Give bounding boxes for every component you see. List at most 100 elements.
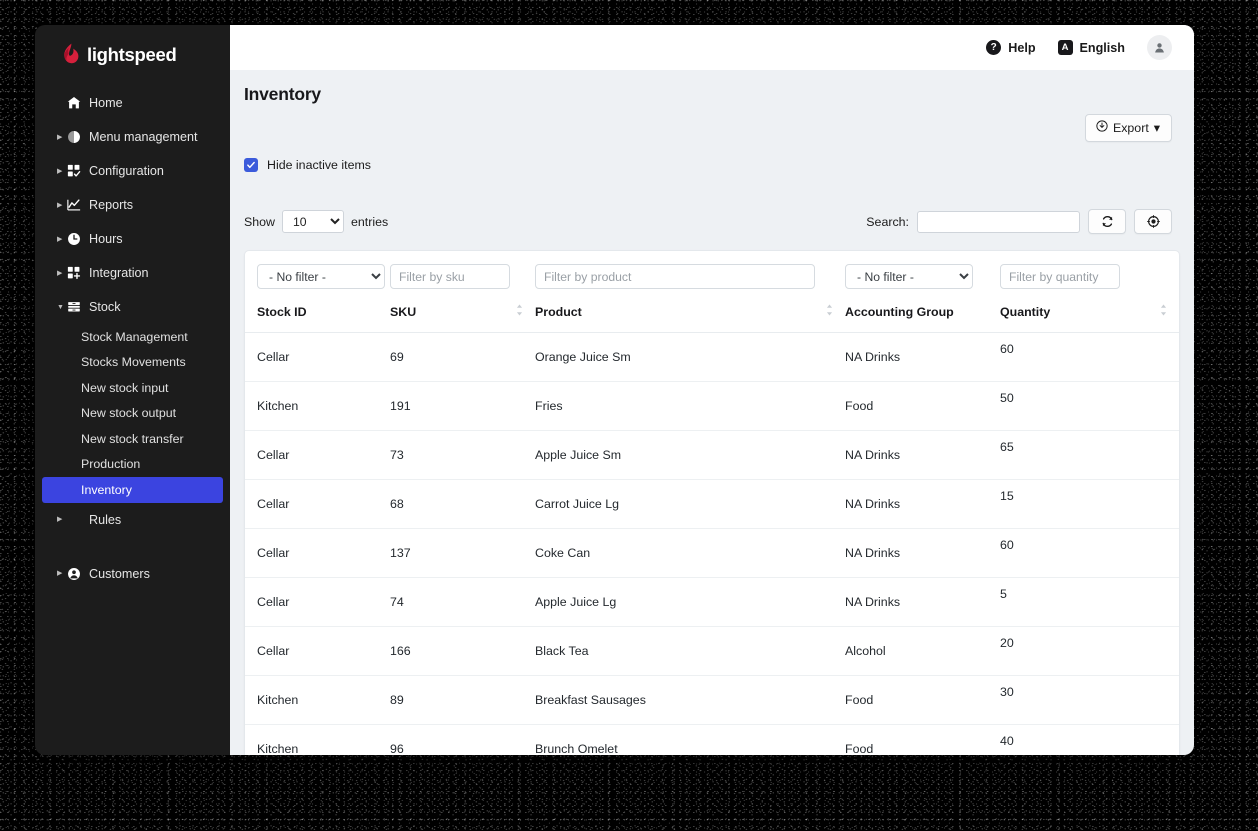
chart-line-icon	[67, 198, 89, 212]
hide-inactive-checkbox[interactable]	[244, 158, 258, 172]
table-row[interactable]: Cellar 74 Apple Juice Lg NA Drinks 5	[245, 578, 1179, 627]
entries-control: Show 10 25 50 100 entries	[244, 210, 388, 233]
chevron-right-icon: ▶	[57, 201, 63, 209]
cell-product: Fries	[535, 399, 563, 413]
table-row[interactable]: Kitchen 89 Breakfast Sausages Food 30	[245, 676, 1179, 725]
sidebar-subitem-new-stock-input[interactable]: New stock input	[35, 375, 230, 401]
main-area: ? Help A English Inventory Export ▾ Hide…	[230, 25, 1194, 755]
sidebar-subitem-production[interactable]: Production	[35, 452, 230, 478]
grid-check-icon	[67, 164, 89, 178]
column-header-accounting-group[interactable]: Accounting Group	[845, 299, 1000, 333]
sort-icon	[1160, 304, 1167, 319]
sidebar-item-rules[interactable]: ▶ Rules	[35, 503, 230, 537]
cell-accounting-group: Food	[845, 742, 874, 755]
cell-accounting-group: Alcohol	[845, 644, 886, 658]
entries-label: entries	[351, 214, 389, 229]
cell-stock-id: Kitchen	[257, 742, 299, 755]
column-label: Stock ID	[257, 305, 307, 319]
header-row: Stock ID SKU Product Accounting Group Qu…	[245, 299, 1179, 333]
sidebar-subitem-label: Production	[81, 457, 141, 472]
cell-quantity: 60	[1000, 342, 1014, 356]
filter-cell-accounting-group: - No filter - NA Drinks Food Alcohol	[845, 251, 1000, 299]
accounting-group-filter-select[interactable]: - No filter - NA Drinks Food Alcohol	[845, 264, 973, 289]
sidebar-item-label: Integration	[89, 266, 149, 280]
cell-quantity: 50	[1000, 391, 1014, 405]
sidebar-item-home[interactable]: ▶ Home	[35, 86, 230, 120]
stock-id-filter-select[interactable]: - No filter - Cellar Kitchen	[257, 264, 385, 289]
user-icon	[1155, 43, 1164, 53]
sidebar-subitem-new-stock-transfer[interactable]: New stock transfer	[35, 426, 230, 452]
cell-sku: 191	[390, 399, 411, 413]
quantity-filter-input[interactable]	[1000, 264, 1120, 289]
filter-cell-stock-id: - No filter - Cellar Kitchen	[245, 251, 390, 299]
column-header-stock-id[interactable]: Stock ID	[245, 299, 390, 333]
content-scroll-area[interactable]: Inventory Export ▾ Hide inactive items S…	[230, 70, 1194, 755]
sidebar: lightspeed ▶ Home ▶ Menu management	[35, 25, 230, 755]
sidebar-subitem-new-stock-output[interactable]: New stock output	[35, 401, 230, 427]
chevron-down-icon: ▼	[57, 303, 64, 311]
drawer-icon	[67, 300, 89, 314]
cell-stock-id: Cellar	[257, 350, 290, 364]
chevron-right-icon: ▶	[57, 235, 63, 243]
entries-select[interactable]: 10 25 50 100	[282, 210, 344, 233]
cell-quantity: 40	[1000, 734, 1014, 748]
help-button[interactable]: ? Help	[986, 40, 1036, 55]
table-row[interactable]: Cellar 166 Black Tea Alcohol 20	[245, 627, 1179, 676]
cell-sku: 166	[390, 644, 411, 658]
brand-logo[interactable]: lightspeed	[35, 25, 230, 86]
clock-icon	[67, 232, 89, 246]
sidebar-subitem-inventory[interactable]: Inventory	[42, 477, 223, 503]
cell-sku: 73	[390, 448, 404, 462]
sidebar-item-label: Stock	[89, 300, 121, 314]
sidebar-item-menu-management[interactable]: ▶ Menu management	[35, 120, 230, 154]
column-label: Product	[535, 305, 582, 319]
sort-icon	[516, 304, 523, 319]
table-row[interactable]: Cellar 73 Apple Juice Sm NA Drinks 65	[245, 431, 1179, 480]
sidebar-item-hours[interactable]: ▶ Hours	[35, 222, 230, 256]
column-header-product[interactable]: Product	[535, 299, 845, 333]
sidebar-item-configuration[interactable]: ▶ Configuration	[35, 154, 230, 188]
cell-sku: 89	[390, 693, 404, 707]
sku-filter-input[interactable]	[390, 264, 510, 289]
cell-accounting-group: NA Drinks	[845, 546, 901, 560]
refresh-icon	[1102, 216, 1112, 227]
cell-product: Coke Can	[535, 546, 591, 560]
refresh-button[interactable]	[1088, 209, 1126, 234]
reset-filters-button[interactable]	[1134, 209, 1172, 234]
sidebar-item-integration[interactable]: ▶ Integration	[35, 256, 230, 290]
cell-accounting-group: NA Drinks	[845, 497, 901, 511]
column-header-sku[interactable]: SKU	[390, 299, 535, 333]
cell-stock-id: Cellar	[257, 448, 290, 462]
export-button[interactable]: Export ▾	[1084, 114, 1172, 142]
cell-product: Apple Juice Lg	[535, 595, 617, 609]
cell-product: Carrot Juice Lg	[535, 497, 620, 511]
sidebar-subitem-stock-management[interactable]: Stock Management	[35, 324, 230, 350]
sidebar-subitem-label: Inventory	[81, 482, 132, 497]
cell-sku: 137	[390, 546, 411, 560]
table-row[interactable]: Kitchen 96 Brunch Omelet Food 40	[245, 725, 1179, 755]
cell-quantity: 65	[1000, 440, 1014, 454]
product-filter-input[interactable]	[535, 264, 815, 289]
filter-cell-product	[535, 251, 845, 299]
table-row[interactable]: Kitchen 191 Fries Food 50	[245, 382, 1179, 431]
sidebar-subitem-label: New stock output	[81, 406, 177, 421]
sidebar-subitem-stocks-movements[interactable]: Stocks Movements	[35, 350, 230, 376]
avatar[interactable]	[1147, 35, 1172, 60]
sidebar-item-customers[interactable]: ▶ Customers	[35, 557, 230, 591]
brand-name: lightspeed	[87, 43, 177, 65]
sidebar-item-reports[interactable]: ▶ Reports	[35, 188, 230, 222]
cell-stock-id: Cellar	[257, 546, 290, 560]
column-header-quantity[interactable]: Quantity	[1000, 299, 1179, 333]
cell-accounting-group: Food	[845, 693, 874, 707]
table-row[interactable]: Cellar 137 Coke Can NA Drinks 60	[245, 529, 1179, 578]
search-input[interactable]	[917, 210, 1080, 233]
table-row[interactable]: Cellar 69 Orange Juice Sm NA Drinks 60	[245, 333, 1179, 382]
user-circle-icon	[67, 567, 89, 581]
language-selector[interactable]: A English	[1057, 40, 1125, 55]
sidebar-item-label: Configuration	[89, 164, 164, 178]
sort-icon	[826, 304, 833, 319]
chevron-right-icon: ▶	[57, 133, 63, 141]
sidebar-subitem-label: New stock input	[81, 380, 169, 395]
sidebar-item-stock[interactable]: ▼ Stock	[35, 290, 230, 324]
table-row[interactable]: Cellar 68 Carrot Juice Lg NA Drinks 15	[245, 480, 1179, 529]
